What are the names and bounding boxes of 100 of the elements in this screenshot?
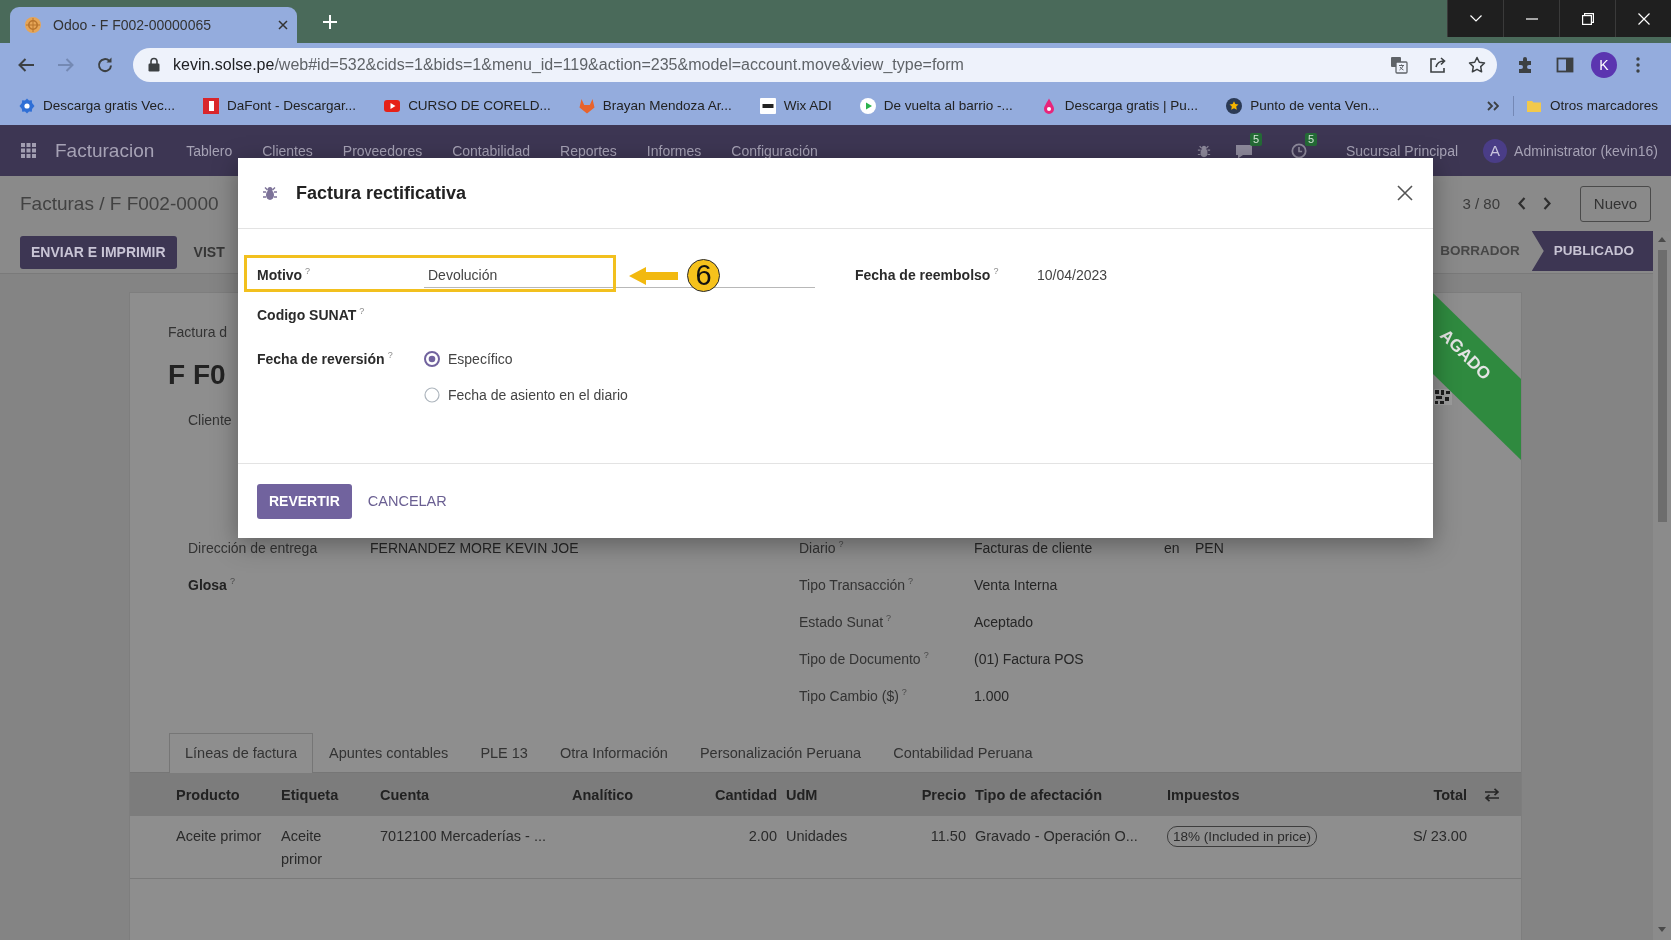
close-button[interactable]	[1615, 0, 1671, 37]
radio-label: Fecha de asiento en el diario	[448, 387, 628, 403]
pager-counter[interactable]: 3 / 80	[1462, 195, 1500, 212]
menu-item[interactable]: Clientes	[262, 143, 313, 158]
field-label: Tipo de Documento$^{?}$	[799, 650, 930, 667]
column-header[interactable]: Cantidad	[696, 786, 782, 803]
tax-tag: 18% (Included in price)	[1167, 826, 1318, 847]
column-header[interactable]: Etiqueta	[277, 786, 376, 803]
column-header[interactable]: Tipo de afectación	[971, 786, 1163, 803]
qr-code-icon	[1434, 389, 1452, 405]
table-cell-text: S/ 23.00	[1412, 827, 1468, 846]
tab[interactable]: Contabilidad Peruana	[877, 733, 1049, 772]
status-step[interactable]: BORRADOR	[1432, 231, 1526, 271]
field-label: Codigo SUNAT$^{?}$	[257, 307, 366, 323]
new-button[interactable]: Nuevo	[1580, 185, 1651, 222]
double-chevron-icon[interactable]	[1486, 100, 1499, 111]
app-name[interactable]: Facturacion	[55, 139, 155, 162]
pointer-arrow	[629, 267, 678, 285]
user-avatar[interactable]: A	[1483, 138, 1508, 163]
document-title: F F0	[168, 358, 226, 392]
date-value[interactable]: 10/04/2023	[1037, 267, 1108, 283]
close-icon[interactable]	[1397, 185, 1413, 201]
field-value: 1.000	[974, 687, 1010, 704]
radio-button[interactable]	[424, 351, 440, 367]
menu-item[interactable]: Reportes	[560, 143, 617, 158]
table-cell-text: 11.50	[929, 827, 967, 846]
menu-item[interactable]: Proveedores	[342, 143, 423, 158]
bookmark-folder[interactable]: Otros marcadores	[1525, 97, 1658, 114]
restore-button[interactable]	[1559, 0, 1615, 37]
column-header[interactable]: Impuestos	[1163, 786, 1396, 803]
address-bar[interactable]: kevin.solse.pe/web#id=532&cids=1&bids=1&menu_id=119&action=235&model=account.move&view_type=form	[133, 47, 1497, 82]
round-logo-icon	[25, 17, 41, 33]
bug-icon[interactable]	[1197, 143, 1211, 158]
company-switcher[interactable]: Sucursal Principal	[1346, 143, 1459, 158]
menu-item[interactable]: Tablero	[186, 143, 233, 158]
scroll-down-icon[interactable]	[1658, 927, 1666, 932]
column-header[interactable]: Analítico	[568, 786, 696, 803]
play-icon	[384, 97, 401, 114]
scrollbar[interactable]	[1653, 231, 1671, 940]
bookmark[interactable]: Punto de venta Ven...	[1226, 97, 1380, 114]
column-header[interactable]: Precio	[891, 786, 971, 803]
browser-tab[interactable]: Odoo - F F002-00000065	[10, 7, 297, 43]
scrollbar-thumb[interactable]	[1657, 250, 1667, 522]
column-header[interactable]: Producto	[172, 786, 277, 803]
tab[interactable]: Personalización Peruana	[683, 733, 878, 772]
chat-icon[interactable]	[1235, 142, 1253, 159]
close-icon[interactable]	[278, 20, 288, 30]
radio-button[interactable]	[424, 387, 440, 403]
star-icon[interactable]	[1468, 55, 1486, 74]
table-cell-text: Gravado - Operación O...	[974, 827, 1139, 846]
swap-icon[interactable]	[1484, 787, 1500, 802]
revert-button[interactable]: REVERTIR	[257, 483, 352, 519]
field-value: PEN	[1195, 539, 1224, 556]
user-menu[interactable]: Administrator (kevin16)	[1514, 143, 1658, 158]
profile-avatar[interactable]: K	[1591, 51, 1617, 78]
tab[interactable]: Otra Información	[543, 733, 684, 772]
tab[interactable]: Líneas de factura	[169, 733, 314, 773]
more-icon[interactable]	[1636, 56, 1640, 73]
bookmark[interactable]: Wix ADI	[759, 97, 832, 114]
bug-icon	[262, 185, 278, 201]
play-circle-icon	[859, 97, 876, 114]
tile-logo-icon	[759, 97, 776, 114]
view-button[interactable]: VIST	[193, 235, 225, 269]
count-badge: 5	[1250, 132, 1263, 146]
tab[interactable]: Apuntes contables	[313, 733, 465, 772]
grid-icon[interactable]	[21, 143, 36, 158]
menu-item[interactable]: Configuración	[731, 143, 818, 158]
reload-icon[interactable]	[96, 55, 114, 74]
bookmark[interactable]: DaFont - Descargar...	[203, 97, 357, 114]
field-label: Dirección de entrega	[188, 539, 319, 556]
table-cell-text: Unidades	[785, 827, 849, 846]
translate-icon[interactable]	[1390, 55, 1408, 74]
plus-icon[interactable]	[323, 15, 337, 29]
field-label: Fecha de reembolso$^{?}$	[855, 267, 1000, 283]
scroll-up-icon[interactable]	[1658, 237, 1666, 242]
table-cell-text: Aceite primor	[280, 827, 324, 869]
side-panel-icon[interactable]	[1556, 55, 1574, 74]
chevron-left-icon[interactable]	[1518, 197, 1526, 210]
bookmark[interactable]: CURSO DE CORELD...	[384, 97, 551, 114]
bookmark[interactable]: Descarga gratis Vec...	[19, 97, 176, 114]
field-value: Facturas de cliente	[974, 539, 1094, 556]
menu-item[interactable]: Informes	[646, 143, 702, 158]
share-icon[interactable]	[1429, 55, 1447, 74]
bookmark[interactable]: Descarga gratis | Pu...	[1040, 97, 1199, 114]
column-header[interactable]: Total	[1396, 786, 1472, 803]
tab[interactable]: PLE 13	[464, 733, 544, 772]
column-header[interactable]: Cuenta	[376, 786, 568, 803]
field-label: Cliente	[188, 411, 232, 430]
bookmark[interactable]: De vuelta al barrio -...	[859, 97, 1013, 114]
menu-item[interactable]: Contabilidad	[452, 143, 531, 158]
column-header[interactable]: UdM	[782, 786, 891, 803]
status-step[interactable]: PUBLICADO	[1531, 231, 1653, 271]
chevron-right-icon[interactable]	[1543, 197, 1551, 210]
bookmark[interactable]: Brayan Mendoza Ar...	[578, 97, 732, 114]
send-print-button[interactable]: ENVIAR E IMPRIMIR	[20, 235, 177, 269]
step-number: 6	[687, 259, 720, 292]
cancel-button[interactable]: CANCELAR	[367, 483, 447, 519]
minimize-icon	[1525, 17, 1538, 20]
clock-icon[interactable]	[1290, 142, 1308, 159]
breadcrumb[interactable]: Facturas / F F002-0000	[20, 192, 219, 215]
